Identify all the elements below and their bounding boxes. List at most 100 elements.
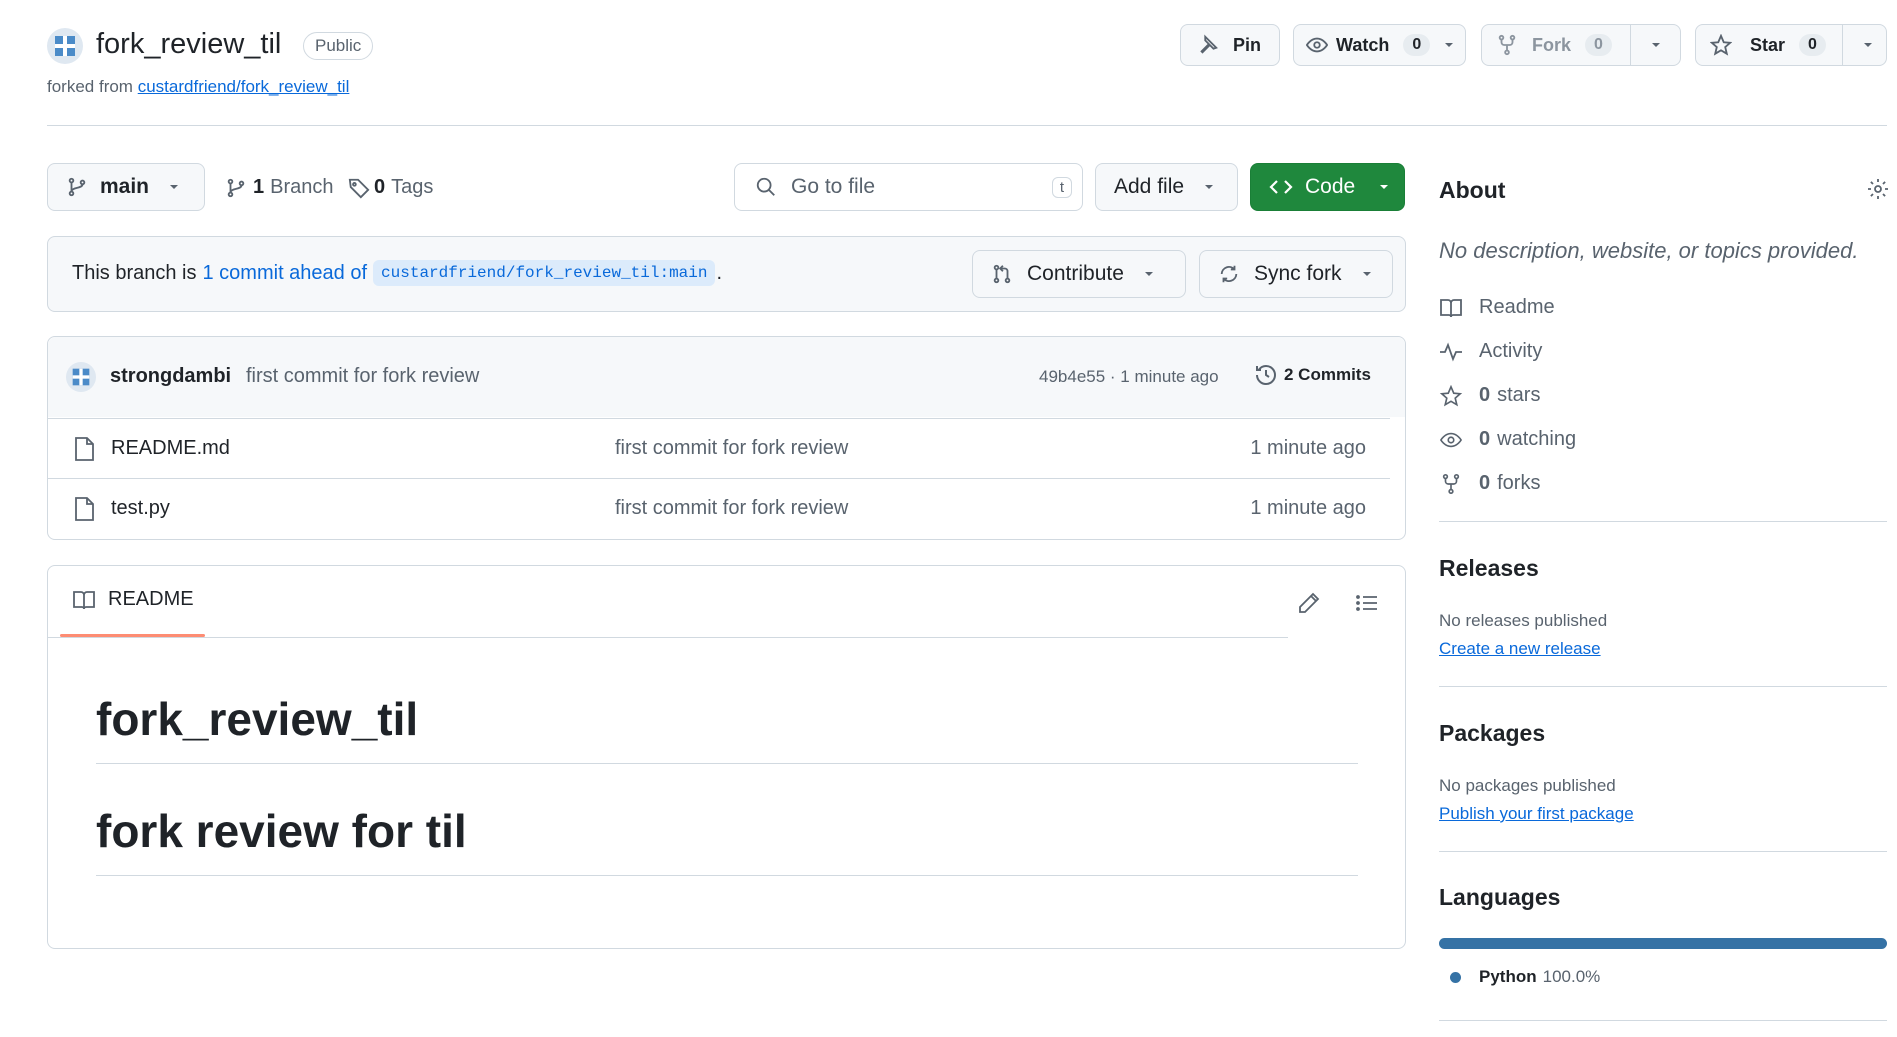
about-description: No description, website, or topics provi…: [1439, 238, 1859, 263]
star-icon: [1439, 384, 1479, 407]
file-commit-message[interactable]: first commit for fork review: [615, 497, 848, 520]
language-name: Python: [1479, 967, 1537, 986]
pulse-icon: [1439, 341, 1479, 363]
commit-author-avatar[interactable]: [66, 362, 96, 392]
about-settings-gear-icon[interactable]: [1866, 177, 1890, 201]
about-watching-count: 0: [1479, 428, 1491, 450]
sync-dropdown-icon: [1360, 267, 1374, 281]
branch-name: main: [100, 175, 150, 198]
outline-icon[interactable]: [1355, 591, 1379, 615]
packages-title[interactable]: Packages: [1439, 720, 1545, 747]
readme-heading-1: fork_review_til: [96, 693, 419, 745]
visibility-badge: Public: [303, 32, 374, 60]
readme-heading-1-rule: [96, 763, 1358, 764]
about-readme-link[interactable]: Readme: [1439, 296, 1555, 319]
branch-status-suffix: .: [716, 261, 723, 284]
branches-count: 1: [253, 176, 265, 198]
watch-dropdown-icon[interactable]: [1442, 38, 1456, 52]
watch-label: Watch: [1336, 34, 1390, 55]
commit-author[interactable]: strongdambi: [110, 365, 231, 388]
tags-label: Tags: [391, 176, 434, 198]
repo-avatar[interactable]: [47, 28, 83, 64]
eye-icon: [1439, 429, 1479, 451]
fork-icon: [1439, 473, 1479, 495]
fork-icon: [1496, 34, 1518, 56]
add-file-button[interactable]: Add file: [1095, 163, 1238, 211]
contribute-dropdown-icon: [1142, 267, 1156, 281]
publish-package-link[interactable]: Publish your first package: [1439, 804, 1634, 824]
file-name[interactable]: README.md: [111, 437, 230, 460]
forked-from-prefix: forked from: [47, 77, 133, 96]
readme-heading-2: fork review for til: [96, 805, 467, 857]
ahead-link[interactable]: 1 commit ahead of: [203, 262, 368, 285]
about-activity-link[interactable]: Activity: [1439, 340, 1542, 363]
releases-title[interactable]: Releases: [1439, 555, 1539, 582]
contribute-label: Contribute: [1027, 262, 1124, 285]
about-stars-link[interactable]: 0 stars: [1439, 384, 1540, 407]
code-button[interactable]: Code: [1250, 163, 1405, 211]
pin-button[interactable]: Pin: [1180, 24, 1280, 66]
star-dropdown-icon[interactable]: [1861, 38, 1875, 52]
readme-header-divider: [48, 637, 1288, 638]
about-title: About: [1439, 177, 1506, 203]
book-icon: [1439, 297, 1479, 319]
search-icon: [755, 176, 777, 198]
sidebar-divider-4: [1439, 1020, 1887, 1021]
language-legend-python[interactable]: Python 100.0%: [1450, 967, 1600, 987]
file-time: 1 minute ago: [1250, 497, 1366, 519]
history-icon: [1254, 363, 1278, 387]
branches-link[interactable]: 1 Branch: [225, 176, 334, 199]
commit-message[interactable]: first commit for fork review: [246, 365, 479, 388]
code-dropdown-icon: [1377, 180, 1391, 194]
branch-icon: [66, 176, 88, 198]
fork-dropdown-icon[interactable]: [1649, 38, 1663, 52]
eye-icon: [1306, 34, 1328, 56]
branches-label: Branch: [270, 176, 334, 198]
readme-tab-label: README: [108, 588, 194, 610]
create-release-link[interactable]: Create a new release: [1439, 639, 1601, 659]
about-watching-link[interactable]: 0 watching: [1439, 428, 1576, 451]
watch-button[interactable]: Watch 0: [1293, 24, 1466, 66]
file-icon: [73, 436, 95, 461]
releases-empty-text: No releases published: [1439, 611, 1608, 630]
contribute-button[interactable]: Contribute: [972, 250, 1186, 298]
star-label: Star: [1750, 34, 1786, 55]
upstream-ref: custardfriend/fork_review_til:main: [373, 260, 716, 286]
fork-button[interactable]: Fork 0: [1481, 24, 1681, 66]
go-to-file-search[interactable]: Go to file t: [734, 163, 1083, 211]
table-row[interactable]: README.md first commit for fork review 1…: [48, 418, 1390, 478]
file-name[interactable]: test.py: [111, 497, 170, 520]
about-forks-label: forks: [1497, 472, 1541, 494]
commits-link[interactable]: 2 Commits: [1254, 363, 1371, 387]
header-divider: [47, 125, 1887, 126]
book-icon: [72, 589, 96, 611]
about-readme-label: Readme: [1479, 296, 1555, 318]
sync-fork-button[interactable]: Sync fork: [1199, 250, 1393, 298]
add-file-dropdown-icon: [1202, 180, 1216, 194]
sync-icon: [1218, 263, 1240, 285]
repo-name[interactable]: fork_review_til: [96, 28, 281, 61]
tags-link[interactable]: 0 Tags: [348, 176, 433, 199]
readme-heading-2-rule: [96, 875, 1358, 876]
table-row[interactable]: test.py first commit for fork review 1 m…: [48, 478, 1390, 538]
watch-count: 0: [1403, 34, 1431, 56]
edit-icon[interactable]: [1297, 591, 1321, 615]
star-icon: [1710, 34, 1732, 56]
forked-from: forked from custardfriend/fork_review_ti…: [47, 77, 349, 97]
file-commit-message[interactable]: first commit for fork review: [615, 437, 848, 460]
readme-tab[interactable]: README: [72, 588, 194, 611]
forked-from-link[interactable]: custardfriend/fork_review_til: [138, 77, 350, 96]
branch-selector[interactable]: main: [47, 163, 205, 211]
languages-title: Languages: [1439, 884, 1561, 910]
commits-label: 2 Commits: [1284, 365, 1371, 384]
fork-label: Fork: [1532, 34, 1572, 55]
language-bar-python-segment: [1439, 938, 1887, 949]
add-file-label: Add file: [1114, 175, 1185, 198]
about-activity-label: Activity: [1479, 340, 1543, 362]
star-button[interactable]: Star 0: [1695, 24, 1887, 66]
packages-empty-text: No packages published: [1439, 776, 1616, 795]
about-forks-link[interactable]: 0 forks: [1439, 472, 1540, 495]
chevron-down-icon: [167, 180, 181, 194]
commit-meta[interactable]: 49b4e55 · 1 minute ago: [1039, 367, 1219, 387]
search-shortcut-key: t: [1051, 176, 1072, 198]
